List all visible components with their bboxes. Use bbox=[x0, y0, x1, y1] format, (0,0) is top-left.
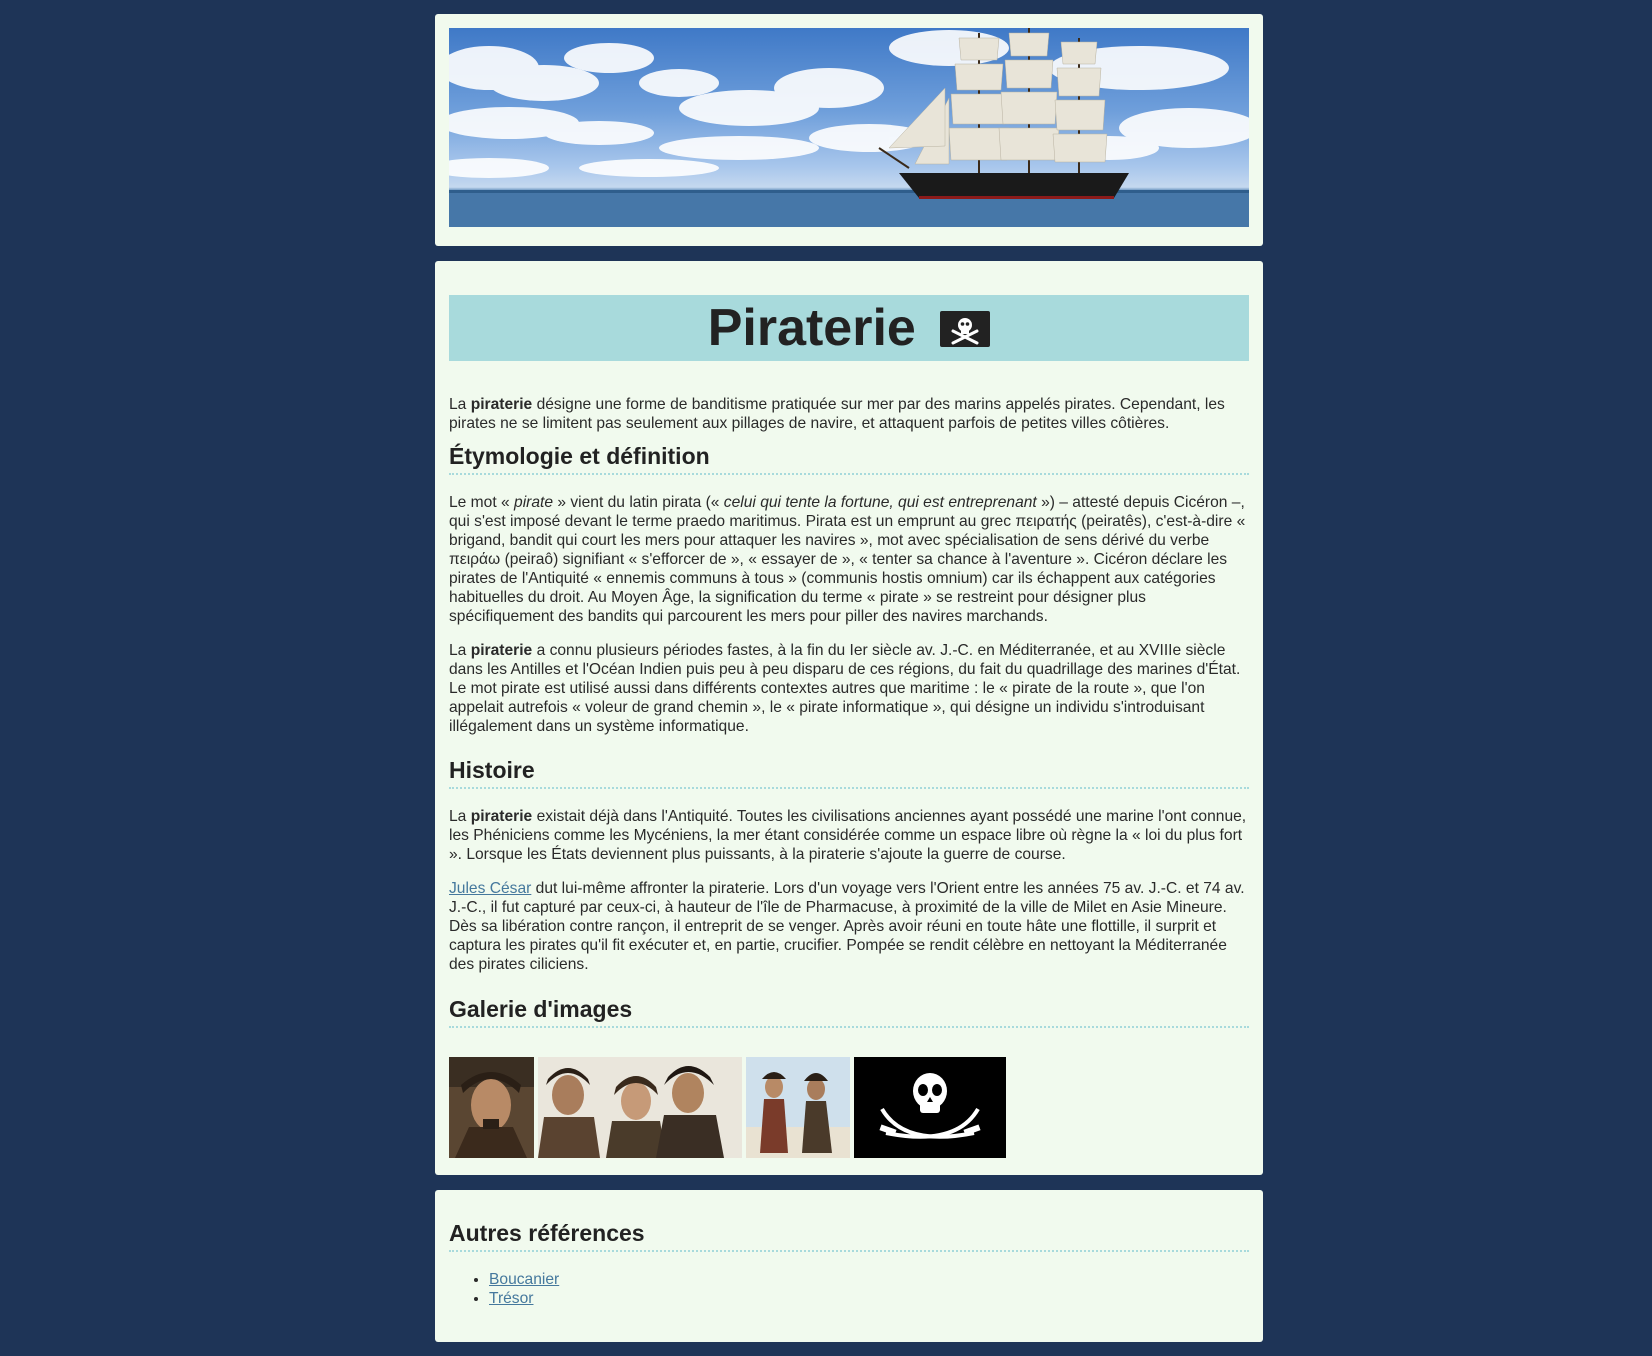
etymology-section: Étymologie et définition Le mot « pirate… bbox=[449, 441, 1249, 736]
references-section: Autres références Boucanier Trésor bbox=[449, 1218, 1249, 1308]
page-title-bar: Piraterie bbox=[449, 295, 1249, 361]
history-section: Histoire La piraterie existait déjà dans… bbox=[449, 755, 1249, 974]
tresor-link[interactable]: Trésor bbox=[489, 1290, 533, 1307]
references-list: Boucanier Trésor bbox=[449, 1270, 1249, 1308]
references-heading: Autres références bbox=[449, 1218, 1249, 1252]
history-paragraph-1: La piraterie existait déjà dans l'Antiqu… bbox=[449, 808, 1247, 863]
pirate-portrait-photo[interactable] bbox=[449, 1057, 534, 1158]
banner-image bbox=[449, 28, 1249, 227]
gallery-heading: Galerie d'images bbox=[449, 994, 1249, 1028]
references-card: Autres références Boucanier Trésor bbox=[435, 1190, 1263, 1342]
list-item: Trésor bbox=[489, 1289, 1249, 1308]
pirate-crew-photo[interactable] bbox=[538, 1057, 742, 1158]
main-card: Piraterie La piraterie désigne une forme… bbox=[435, 261, 1263, 1175]
banner-card bbox=[435, 14, 1263, 246]
history-paragraph-2: Jules César dut lui-même affronter la pi… bbox=[449, 880, 1245, 973]
tall-ship-illustration bbox=[449, 28, 1249, 227]
page-title: Piraterie bbox=[707, 299, 916, 357]
etymology-paragraph-1: Le mot « pirate » vient du latin pirata … bbox=[449, 494, 1246, 625]
gallery-section: Galerie d'images bbox=[449, 994, 1249, 1028]
history-heading: Histoire bbox=[449, 755, 1249, 789]
jolly-roger-flag-image[interactable] bbox=[854, 1057, 1006, 1158]
etymology-heading: Étymologie et définition bbox=[449, 441, 1249, 475]
intro-section: La piraterie désigne une forme de bandit… bbox=[449, 395, 1249, 433]
intro-paragraph: La piraterie désigne une forme de bandit… bbox=[449, 396, 1225, 432]
pirate-flag-icon bbox=[940, 311, 991, 347]
pirates-on-beach-photo[interactable] bbox=[746, 1057, 850, 1158]
boucanier-link[interactable]: Boucanier bbox=[489, 1271, 559, 1288]
etymology-paragraph-2: La piraterie a connu plusieurs périodes … bbox=[449, 642, 1241, 735]
jules-cesar-link[interactable]: Jules César bbox=[449, 880, 531, 897]
list-item: Boucanier bbox=[489, 1270, 1249, 1289]
